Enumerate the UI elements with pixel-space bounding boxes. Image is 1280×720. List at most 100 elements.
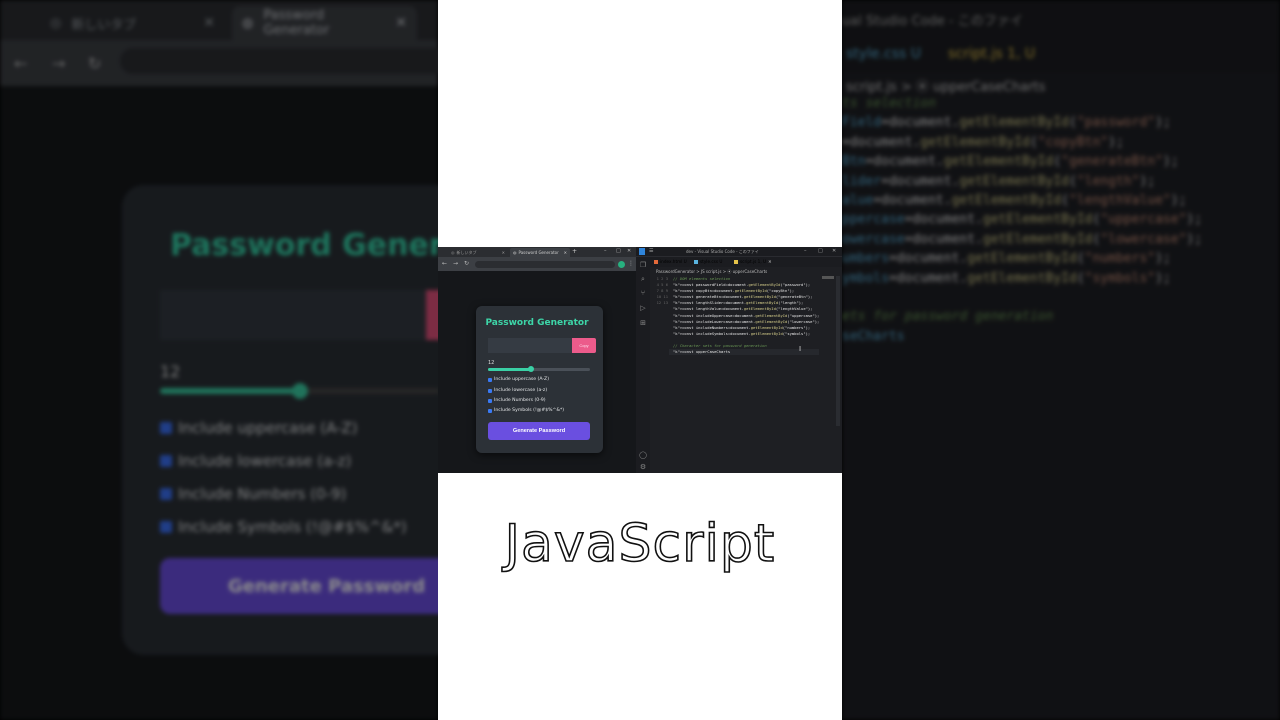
code-line[interactable]: "k">const (673, 331, 694, 336)
maximize-icon[interactable]: □ (616, 248, 621, 254)
tab-password-generator[interactable]: ◍ Password Generator ✕ (510, 248, 570, 257)
option-uppercase[interactable]: Include uppercase (A-Z) (488, 377, 549, 382)
close-icon[interactable]: ✕ (502, 250, 505, 255)
bg-editor-tab-label: script.js 1, U (948, 46, 1036, 62)
back-icon: ← (14, 54, 28, 73)
profile-avatar[interactable] (618, 261, 625, 268)
address-bar[interactable] (475, 261, 615, 268)
close-icon: ✕ (203, 15, 215, 31)
app-title: Password Generator (485, 318, 589, 328)
video-frame: ◎ 新しいタブ ✕ ◍ Password Generator ✕ ← → ↻ Passw… (0, 0, 1280, 720)
code-line[interactable]: "k">const (673, 313, 694, 318)
bg-app-title: Password Generat (170, 228, 479, 263)
bg-tab-label: 新しいタブ (71, 17, 137, 33)
run-debug-icon[interactable]: ▷ (639, 304, 647, 312)
tab-label: 新しいタブ (456, 249, 477, 255)
length-slider[interactable] (488, 366, 590, 372)
tab-style-css[interactable]: style.css U (694, 259, 722, 264)
checkbox[interactable] (488, 408, 492, 413)
bg-tab-newtab: ◎ 新しいタブ ✕ (40, 6, 225, 40)
code-line: Btn=document.getElementById("generateBtn… (842, 154, 1179, 170)
checkbox[interactable] (488, 388, 492, 393)
account-icon[interactable]: ◯ (639, 451, 647, 459)
code-line: seCharts (842, 328, 905, 344)
close-window-icon[interactable]: ✕ (627, 248, 631, 254)
bg-option: Include lowercase (a-z) (160, 452, 351, 470)
code-line: lider=document.getElementById("length"); (842, 173, 1156, 189)
option-label: Include Symbols (!@#$%^&*) (494, 408, 565, 413)
vscode-window: ☰ dev - Visual Studio Code - このファイ – □ ✕… (636, 247, 842, 473)
tab-label: script.js 1, U (740, 259, 767, 264)
tab-script-js[interactable]: script.js 1, U ✕ (734, 259, 772, 264)
code-line: umbers=document.getElementById("numbers"… (842, 251, 1171, 267)
code-line[interactable]: "k">const (673, 300, 694, 305)
minimize-icon[interactable]: – (804, 248, 807, 254)
explorer-icon[interactable]: ❐ (639, 261, 647, 269)
line-numbers: 1 2 3 4 5 6 7 8 9 10 11 12 13 (656, 276, 668, 306)
option-numbers[interactable]: Include Numbers (0-9) (488, 398, 546, 403)
reload-icon[interactable]: ↻ (464, 260, 469, 267)
chrome-icon: ◎ (50, 15, 62, 31)
vscode-logo-icon (639, 248, 645, 255)
breadcrumb: PasswordGenerator > JS script.js > ⦿ upp… (656, 269, 768, 274)
code-line[interactable]: // DOM elements selection (673, 276, 730, 281)
code-line: Field=document.getElementById("password"… (842, 115, 1171, 131)
close-icon[interactable]: ✕ (564, 250, 567, 255)
css-file-icon (694, 259, 698, 264)
menu-icon[interactable]: ⋮ (628, 260, 634, 267)
bg-length-slider (160, 383, 440, 399)
code-line[interactable]: "k">const (673, 294, 694, 299)
minimize-icon[interactable]: – (604, 248, 607, 254)
activity-bar: ❐ ⌕ ⑂ ▷ ⊞ ◯ ⚙ (636, 257, 650, 473)
code-line: ppercase=document.getElementById("upperc… (842, 212, 1203, 228)
editor-scrollbar[interactable] (836, 276, 840, 426)
bg-editor-titlebar: ual Studio Code - このファイ (842, 0, 1280, 36)
close-window-icon[interactable]: ✕ (832, 248, 836, 254)
js-file-icon (734, 259, 738, 264)
bg-option: Include uppercase (A-Z) (160, 419, 358, 437)
checkbox[interactable] (488, 398, 492, 403)
bg-option-label: Include Symbols (!@#$%^&*) (178, 518, 407, 536)
video-caption: JavaScript (504, 513, 776, 575)
option-label: Include uppercase (A-Z) (494, 377, 549, 382)
copy-button[interactable]: Copy (572, 338, 596, 353)
code-line[interactable]: "k">const (673, 306, 694, 311)
tab-newtab[interactable]: ◎ 新しいタブ ✕ (448, 248, 508, 257)
bg-tab-label: Password Generator (263, 8, 330, 38)
maximize-icon[interactable]: □ (818, 248, 823, 254)
code-line[interactable]: "k">const (673, 349, 694, 354)
bg-editor-tab: script.js 1, U (948, 46, 1035, 62)
html-file-icon (654, 259, 658, 264)
search-icon[interactable]: ⌕ (639, 275, 647, 283)
gear-icon[interactable]: ⚙ (639, 463, 647, 471)
new-tab-icon[interactable]: + (572, 248, 577, 255)
bg-option: Include Numbers (0-9) (160, 485, 346, 503)
minimap[interactable] (822, 276, 834, 279)
back-icon[interactable]: ← (442, 260, 447, 267)
forward-icon[interactable]: → (453, 260, 458, 267)
code-line[interactable]: "k">const (673, 288, 694, 293)
code-line[interactable]: "k">const (673, 319, 694, 324)
slider-fill (488, 368, 531, 371)
extensions-icon[interactable]: ⊞ (639, 319, 647, 327)
tab-index-html[interactable]: index.html U (654, 259, 687, 264)
option-label: Include Numbers (0-9) (494, 398, 546, 403)
generate-password-button[interactable]: Generate Password (488, 422, 590, 440)
password-field[interactable] (488, 338, 572, 353)
slider-handle[interactable] (527, 366, 534, 372)
vscode-window-title: dev - Visual Studio Code - このファイ (686, 249, 759, 254)
checkbox[interactable] (488, 377, 492, 382)
code-line[interactable]: "k">const (673, 325, 694, 330)
option-lowercase[interactable]: Include lowercase (a-z) (488, 388, 547, 393)
code-line[interactable]: "k">const (673, 282, 694, 287)
option-symbols[interactable]: Include Symbols (!@#$%^&*) (488, 408, 564, 413)
option-label: Include lowercase (a-z) (494, 388, 548, 393)
bg-password-field (160, 290, 440, 340)
code-line: ts selection (842, 96, 936, 111)
code-editor[interactable]: // DOM elements selection "k">const pass… (673, 276, 819, 355)
hamburger-menu-icon[interactable]: ☰ (649, 248, 653, 254)
source-control-icon[interactable]: ⑂ (639, 289, 647, 297)
code-line[interactable]: // Character sets for password generatio… (673, 343, 767, 348)
close-icon[interactable]: ✕ (768, 259, 772, 264)
close-icon: ✕ (395, 15, 407, 31)
